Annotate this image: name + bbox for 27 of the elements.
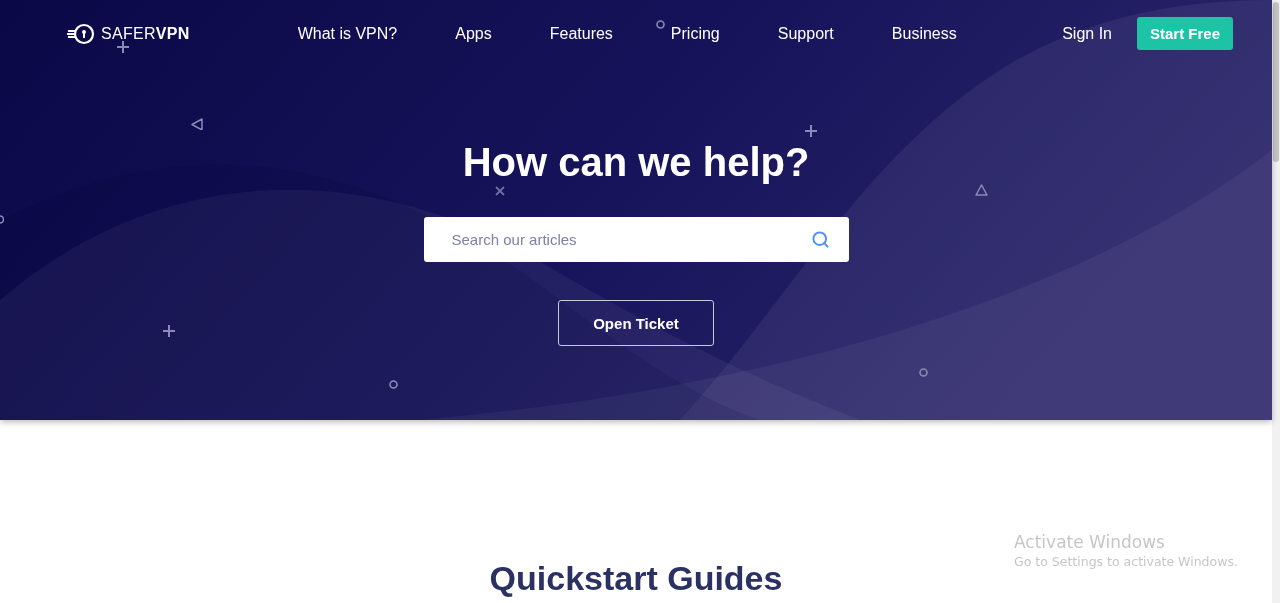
logo-icon [67, 22, 95, 45]
scrollbar-thumb[interactable] [1273, 2, 1279, 162]
circle-icon [389, 380, 398, 389]
activation-notice-title: Activate Windows [1014, 531, 1166, 553]
sign-in-link[interactable]: Sign In [1062, 24, 1112, 43]
search-field[interactable]: Search our articles [423, 217, 849, 262]
nav-link[interactable]: Features [549, 24, 613, 43]
nav-link[interactable]: Apps [455, 24, 492, 43]
nav-link[interactable]: Support [777, 24, 834, 43]
nav-link[interactable]: Pricing [670, 24, 720, 43]
scrollbar-track[interactable] [1272, 0, 1280, 603]
plus-icon [117, 41, 129, 53]
plus-icon [805, 125, 817, 137]
search-icon[interactable] [810, 230, 830, 249]
section-title: Quickstart Guides [489, 558, 783, 599]
open-ticket-button[interactable]: Open Ticket [558, 300, 714, 346]
plus-icon [163, 325, 175, 337]
circle-icon [919, 368, 928, 377]
hero-title: How can we help? [462, 141, 810, 183]
triangle-icon [975, 184, 988, 196]
nav-link[interactable]: Business [891, 24, 957, 43]
logo-text[interactable]: SAFERVPN [101, 24, 190, 43]
cross-icon [495, 186, 505, 196]
circle-icon [656, 20, 665, 29]
nav-link[interactable]: What is VPN? [297, 24, 398, 43]
activation-notice-text: Go to Settings to activate Windows. [1014, 553, 1238, 571]
triangle-icon [191, 118, 204, 130]
